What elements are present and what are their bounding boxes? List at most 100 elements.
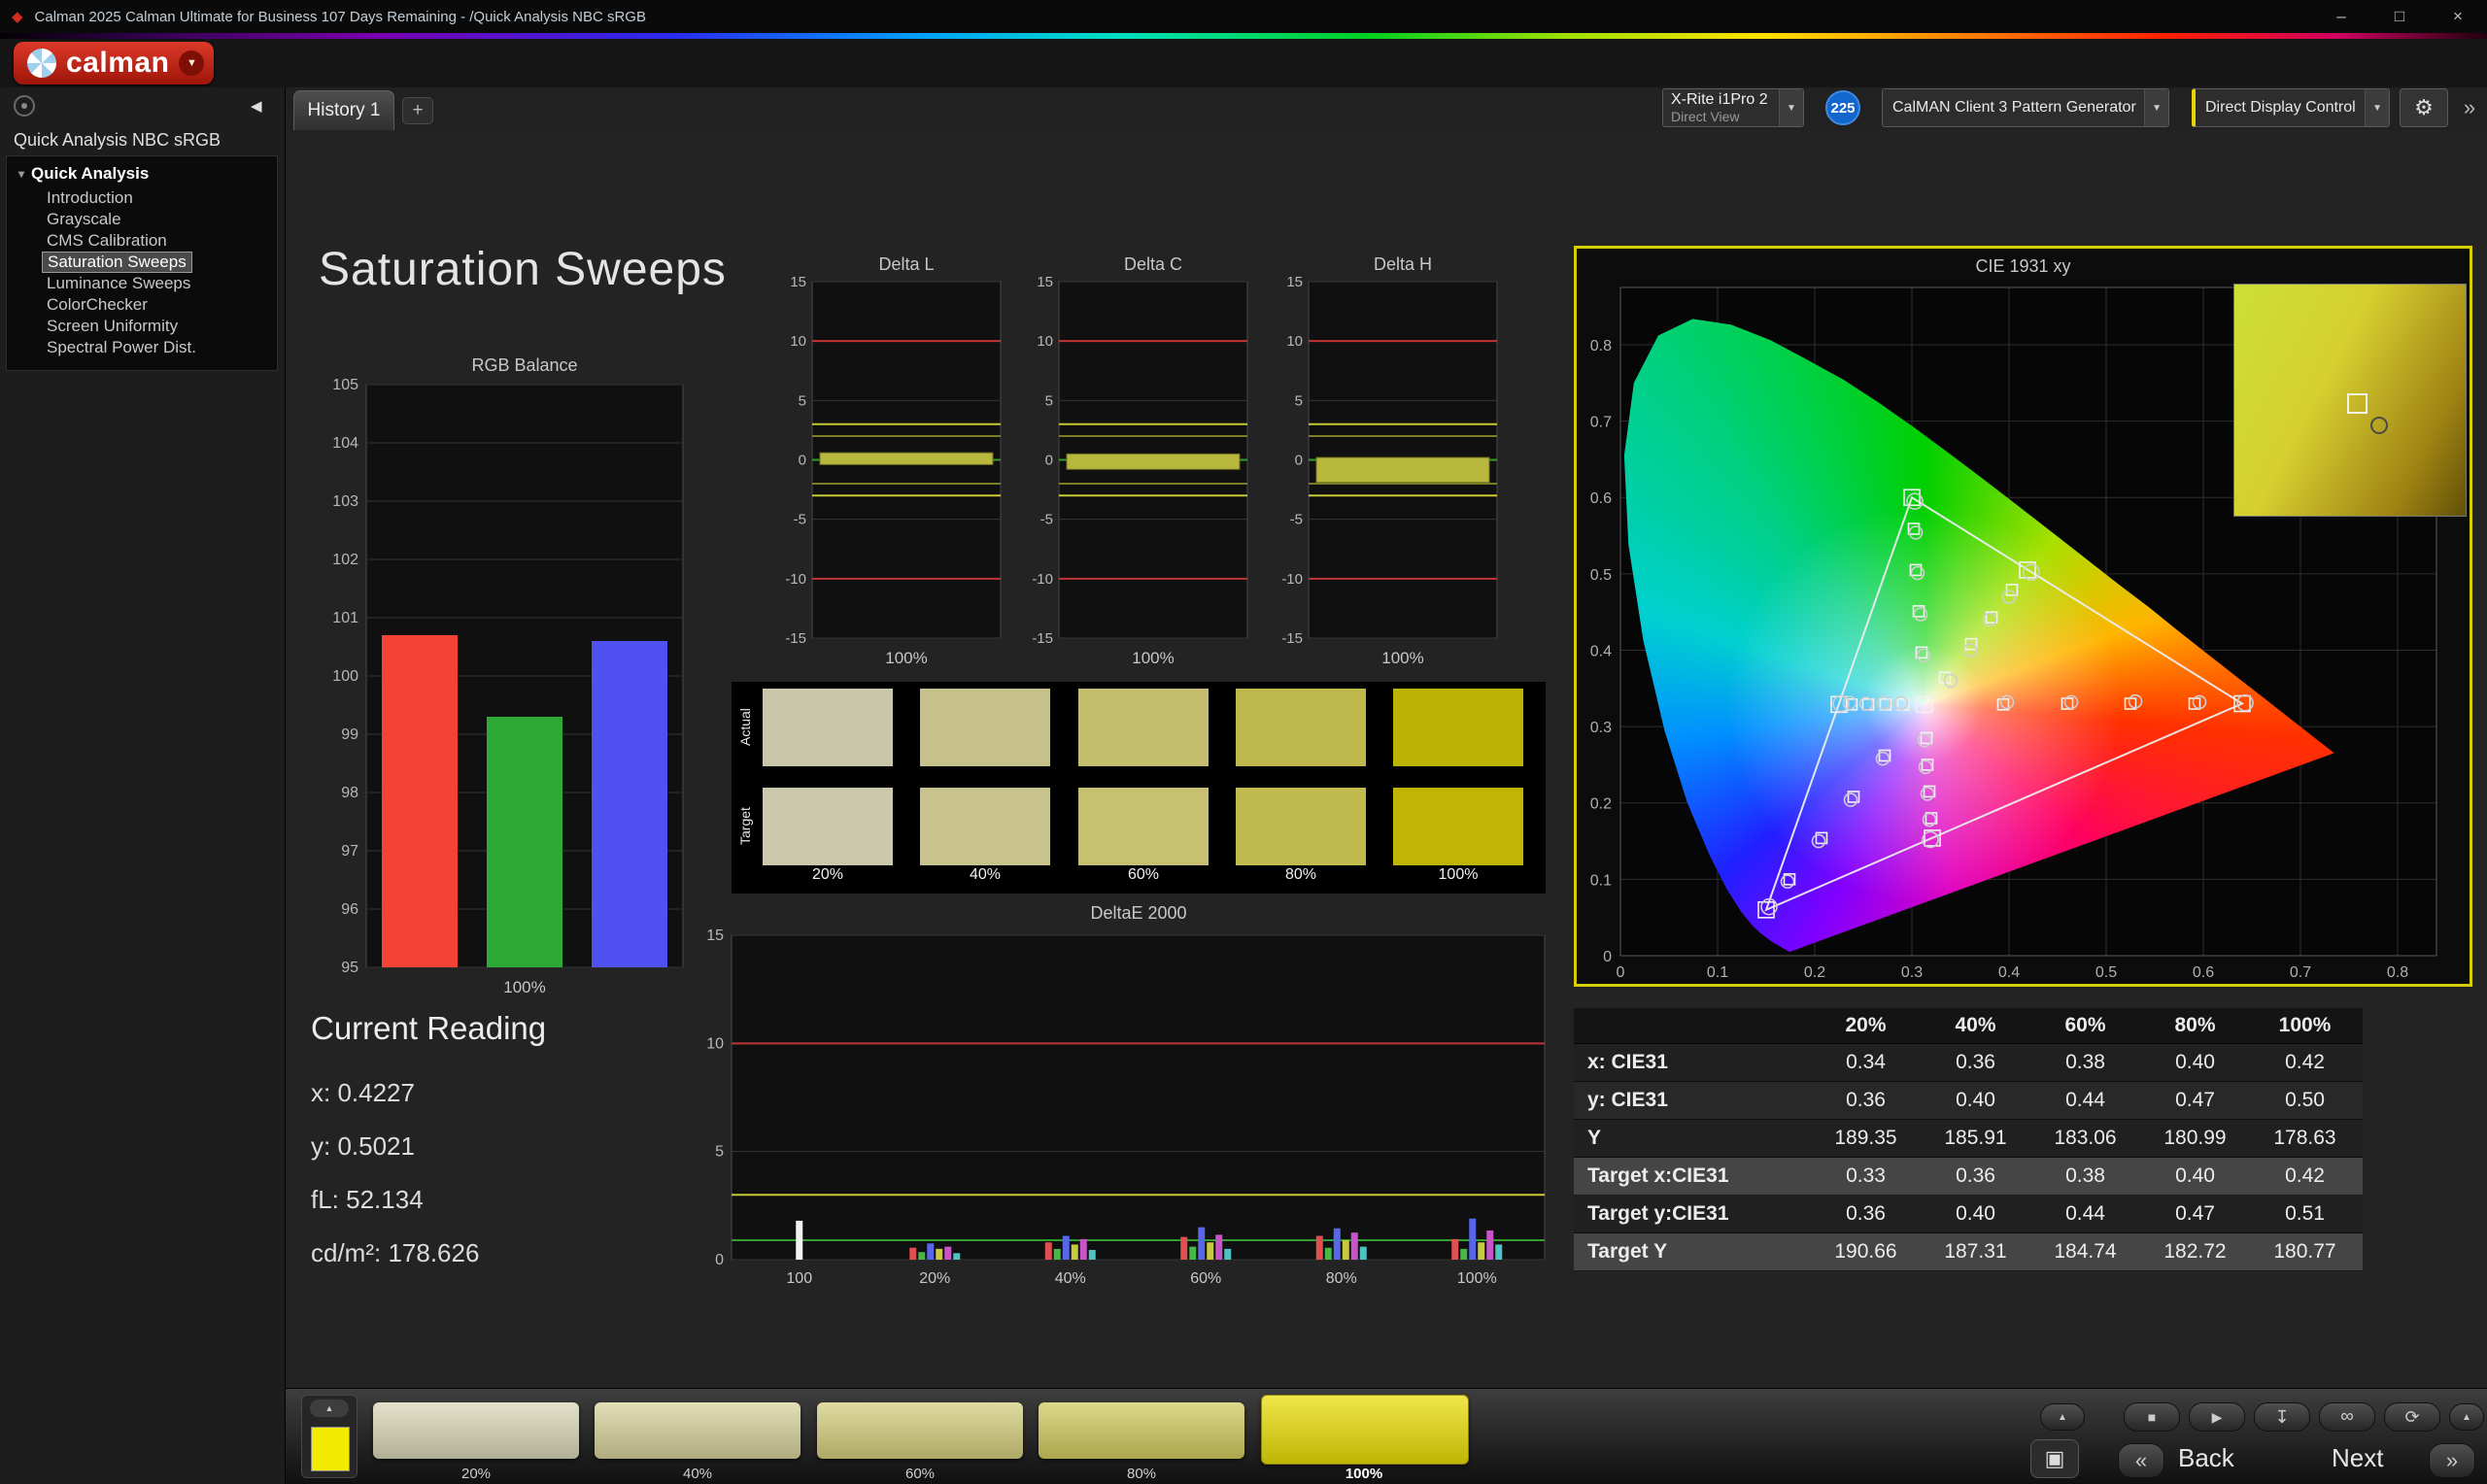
svg-text:105: 105 (332, 377, 358, 393)
current-reading: Current Reading x: 0.4227 y: 0.5021 fL: 52… (311, 1010, 546, 1280)
svg-text:-5: -5 (1290, 512, 1303, 528)
display-control-dropdown[interactable]: Direct Display Control ▼ (2192, 88, 2390, 127)
meter-mode: Direct View (1671, 109, 1740, 125)
pattern-swatch-60%[interactable] (817, 1402, 1023, 1459)
sidebar-item-cms-calibration[interactable]: CMS Calibration (42, 230, 172, 252)
saturation-results-table: 20% 40% 60% 80% 100% x: CIE31 0.34 0.36 0.38 0.40… (1574, 1008, 2363, 1271)
actual-row-label: Actual (737, 708, 753, 747)
sidebar-menu-button[interactable] (14, 95, 35, 117)
actual-swatch-80% (1236, 689, 1366, 766)
back-button[interactable]: Back (2178, 1443, 2234, 1473)
next-chevron-button[interactable]: » (2429, 1443, 2475, 1478)
sidebar-item-grayscale[interactable]: Grayscale (42, 209, 126, 230)
svg-text:95: 95 (341, 960, 358, 976)
results-row-label: Y (1587, 1127, 1602, 1149)
play-button[interactable]: ▶ (2189, 1402, 2245, 1432)
continuous-measure-button[interactable]: ∞ (2319, 1402, 2375, 1432)
pattern-swatch-label-60%: 60% (904, 1466, 936, 1482)
svg-text:100%: 100% (1381, 649, 1423, 667)
results-value-cell: 190.66 (1834, 1240, 1897, 1263)
more-controls-button[interactable]: ▲ (2449, 1403, 2484, 1431)
cie-zoom-inset (2233, 284, 2467, 517)
pattern-swatch-40%[interactable] (595, 1402, 801, 1459)
tab-history-1[interactable]: History 1 (293, 90, 394, 130)
delta-l-title: Delta L (878, 254, 935, 274)
page-title: Saturation Sweeps (319, 244, 727, 295)
results-value-cell: 0.33 (1846, 1164, 1886, 1187)
titlebar: ◆ Calman 2025 Calman Ultimate for Busine… (0, 0, 2487, 33)
swatch-col-label: 100% (1438, 866, 1479, 883)
pattern-swatch-100%[interactable] (1261, 1395, 1469, 1465)
results-value-cell: 187.31 (1944, 1240, 2007, 1263)
svg-text:-10: -10 (1032, 571, 1053, 588)
sidebar-item-colorchecker[interactable]: ColorChecker (42, 294, 153, 316)
settings-gear-button[interactable]: ⚙ (2400, 88, 2448, 127)
results-value-cell: 0.44 (2065, 1202, 2105, 1225)
results-value-cell: 178.63 (2273, 1127, 2336, 1149)
tree-root-quick-analysis[interactable]: ▾ Quick Analysis (7, 160, 277, 187)
workflow-tree: ▾ Quick Analysis Introduction Grayscale CM… (6, 155, 278, 371)
svg-text:0: 0 (715, 1252, 724, 1268)
calman-menu-dropdown-icon[interactable]: ▼ (179, 51, 205, 76)
meter-dropdown-icon[interactable]: ▼ (1779, 89, 1803, 126)
svg-text:5: 5 (1045, 392, 1053, 409)
next-button[interactable]: Next (2332, 1443, 2383, 1473)
window-controls: – □ × (2312, 0, 2487, 33)
delta-c-title: Delta C (1123, 254, 1183, 274)
svg-text:0: 0 (799, 453, 806, 469)
sidebar-item-introduction[interactable]: Introduction (42, 187, 138, 209)
bottom-bar: ▲ 20% 40% 60% 80% 100% ▲ ■ ▶ ↧ ∞ ⟳ ▲ ▣ « Bac… (286, 1388, 2487, 1484)
sidebar-item-spectral-power-dist-[interactable]: Spectral Power Dist. (42, 337, 201, 358)
calman-menu-button[interactable]: calman ▼ (14, 42, 215, 84)
pip-view-button[interactable]: ▣ (2030, 1439, 2079, 1478)
sidebar-item-saturation-sweeps[interactable]: Saturation Sweeps (42, 252, 192, 273)
sidebar-item-screen-uniformity[interactable]: Screen Uniformity (42, 316, 183, 337)
pattern-generator-dropdown[interactable]: CalMAN Client 3 Pattern Generator ▼ (1882, 88, 2169, 127)
svg-text:-15: -15 (1281, 630, 1303, 647)
sidebar-item-luminance-sweeps[interactable]: Luminance Sweeps (42, 273, 195, 294)
row-collapse-button[interactable]: ▲ (2040, 1403, 2085, 1431)
results-value-cell: 180.99 (2163, 1127, 2227, 1149)
svg-text:60%: 60% (1190, 1270, 1221, 1287)
results-row-label: Target Y (1587, 1240, 1668, 1263)
actual-swatch-40% (920, 689, 1050, 766)
swatch-col-label: 80% (1284, 866, 1317, 883)
app-window: ◆ Calman 2025 Calman Ultimate for Busine… (0, 0, 2487, 1484)
close-button[interactable]: × (2429, 0, 2487, 33)
window-title: Calman 2025 Calman Ultimate for Business… (34, 8, 646, 25)
swatch-col-label: 60% (1127, 866, 1160, 883)
gear-icon: ⚙ (2414, 95, 2434, 119)
target-swatch-80% (1236, 788, 1366, 865)
svg-text:5: 5 (799, 392, 806, 409)
display-dropdown-icon[interactable]: ▼ (2365, 89, 2389, 126)
display-control-label: Direct Display Control (2205, 99, 2356, 116)
loop-button[interactable]: ⟳ (2384, 1402, 2440, 1432)
chrome-expand-button[interactable]: » (2456, 93, 2483, 122)
results-value-cell: 0.40 (2175, 1164, 2215, 1187)
reading-line: fL: 52.134 (311, 1185, 424, 1214)
minimize-button[interactable]: – (2312, 0, 2370, 33)
svg-text:-15: -15 (785, 630, 806, 647)
generator-dropdown-icon[interactable]: ▼ (2144, 89, 2168, 126)
menu-dot-icon (21, 103, 27, 109)
reading-line: y: 0.5021 (311, 1131, 415, 1161)
sidebar: ◀ Quick Analysis NBC sRGB ▾ Quick Analys… (0, 87, 286, 1484)
svg-text:-10: -10 (1281, 571, 1303, 588)
maximize-button[interactable]: □ (2370, 0, 2429, 33)
svg-text:102: 102 (332, 552, 358, 568)
save-button[interactable]: ↧ (2254, 1402, 2310, 1432)
meter-count-badge[interactable]: 225 (1825, 90, 1860, 125)
app-icon: ◆ (12, 9, 23, 25)
svg-text:15: 15 (1286, 274, 1303, 290)
results-value-cell: 0.36 (1956, 1164, 1995, 1187)
stop-button[interactable]: ■ (2124, 1402, 2180, 1432)
results-value-cell: 0.34 (1846, 1051, 1886, 1073)
pattern-swatch-20%[interactable] (373, 1402, 579, 1459)
results-value-cell: 0.40 (1956, 1089, 1995, 1111)
back-chevron-button[interactable]: « (2118, 1443, 2164, 1478)
meter-dropdown[interactable]: X-Rite i1Pro 2 Direct View ▼ (1662, 88, 1804, 127)
sidebar-collapse-button[interactable]: ◀ (251, 97, 262, 115)
svg-text:10: 10 (1037, 333, 1053, 350)
add-tab-button[interactable]: + (402, 97, 433, 124)
pattern-swatch-80%[interactable] (1039, 1402, 1244, 1459)
